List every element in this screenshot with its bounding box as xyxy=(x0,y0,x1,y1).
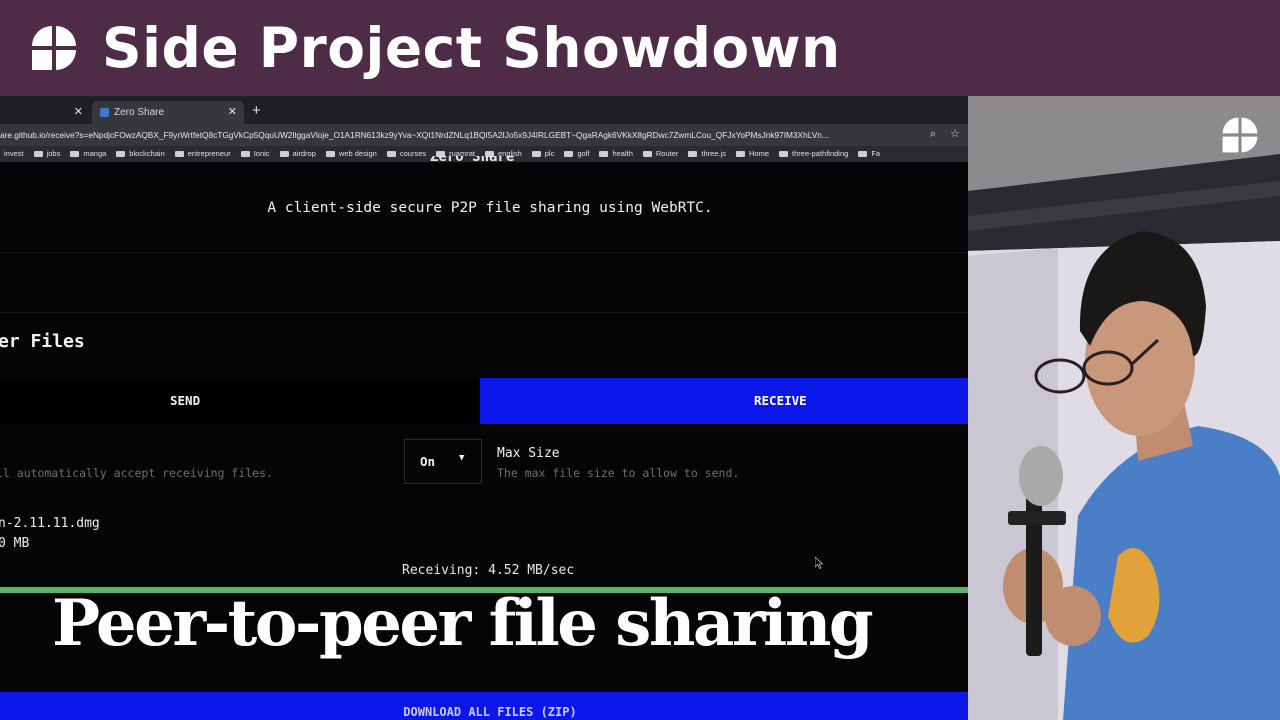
file-name: n-2.11.11.dmg xyxy=(0,516,100,531)
receiving-status: Receiving: 4.52 MB/sec xyxy=(402,563,575,578)
folder-icon xyxy=(33,151,43,157)
bookmark-label: invest xyxy=(4,149,24,158)
folder-icon xyxy=(858,151,868,157)
auto-accept-select[interactable]: On ▼ xyxy=(404,439,482,484)
folder-icon xyxy=(240,151,250,157)
bookmark-label: three.js xyxy=(701,149,726,158)
four-petal-logo-icon xyxy=(32,26,76,70)
folder-icon xyxy=(779,151,789,157)
bookmark-label: Home xyxy=(749,149,770,158)
bookmark-label: health xyxy=(612,149,633,158)
four-petal-logo-icon xyxy=(1222,117,1258,153)
bookmark-item[interactable]: Fa xyxy=(858,146,880,162)
divider xyxy=(0,312,968,313)
bookmark-item[interactable]: three-pathfinding xyxy=(779,146,848,162)
tab-send[interactable]: SEND xyxy=(0,378,478,424)
folder-icon xyxy=(116,151,126,157)
presenter-image xyxy=(968,96,1280,720)
bookmark-item[interactable]: Router xyxy=(642,146,679,162)
bookmark-label: blockchain xyxy=(129,149,165,158)
new-tab-icon[interactable]: + xyxy=(252,101,261,121)
bookmark-item[interactable]: blockchain xyxy=(116,146,165,162)
browser-tab-strip: ✕ Zero Share ✕ + xyxy=(0,96,968,124)
url-text[interactable]: are.github.io/receive?s=eNpdjcFOwzAQBX_F… xyxy=(0,124,920,146)
bookmark-item[interactable]: three.js xyxy=(688,146,726,162)
star-icon[interactable]: ☆ xyxy=(950,128,962,140)
bookmark-item[interactable]: Ionic xyxy=(240,146,270,162)
bookmark-label: three-pathfinding xyxy=(792,149,849,158)
banner-title: Side Project Showdown xyxy=(102,16,841,80)
folder-icon xyxy=(564,151,574,157)
tab-receive[interactable]: RECEIVE xyxy=(480,378,968,424)
page-subtitle: A client-side secure P2P file sharing us… xyxy=(267,200,713,216)
bookmark-label: golf xyxy=(577,149,590,158)
bookmark-item[interactable]: web design xyxy=(325,146,377,162)
presenter-webcam xyxy=(968,96,1280,720)
bookmark-label: web design xyxy=(338,149,377,158)
folder-icon xyxy=(688,151,698,157)
bookmark-label: jobs xyxy=(46,149,61,158)
favicon-icon xyxy=(100,108,109,117)
folder-icon xyxy=(325,151,335,157)
bookmark-item[interactable]: invest xyxy=(4,146,24,162)
bookmark-item[interactable]: jobs xyxy=(33,146,61,162)
tab-receive-label: RECEIVE xyxy=(754,393,807,408)
caret-down-icon: ▼ xyxy=(459,453,465,463)
bookmark-label: Fa xyxy=(871,149,881,158)
bookmark-label: plc xyxy=(544,149,555,158)
folder-icon xyxy=(386,151,396,157)
folder-icon xyxy=(279,151,289,157)
tab-label: Zero Share xyxy=(114,107,165,118)
folder-icon xyxy=(736,151,745,157)
max-size-description: The max file size to allow to send. xyxy=(497,466,740,480)
download-all-button[interactable]: DOWNLOAD ALL FILES (ZIP) xyxy=(0,692,968,720)
bookmark-item[interactable]: courses xyxy=(386,146,427,162)
folder-icon xyxy=(531,151,541,157)
bookmark-item[interactable]: Home xyxy=(736,146,769,162)
bookmark-label: entrepreneur xyxy=(187,149,231,158)
folder-icon xyxy=(599,151,609,157)
title-banner: Side Project Showdown xyxy=(0,0,1280,96)
bookmark-label: Ionic xyxy=(253,149,270,158)
close-tab-icon[interactable]: ✕ xyxy=(228,101,237,124)
bookmark-label: airdrop xyxy=(292,149,316,158)
folder-icon xyxy=(174,151,184,157)
download-all-label: DOWNLOAD ALL FILES (ZIP) xyxy=(403,705,577,719)
bookmark-label: manga xyxy=(83,149,107,158)
tab-send-label: SEND xyxy=(170,393,201,408)
bookmark-item[interactable]: health xyxy=(599,146,633,162)
max-size-label: Max Size xyxy=(497,446,560,461)
bookmark-item[interactable]: entrepreneur xyxy=(174,146,231,162)
file-size: 0 MB xyxy=(0,536,30,551)
bookmark-label: courses xyxy=(399,149,427,158)
browser-tab-zero-share[interactable]: Zero Share ✕ xyxy=(92,101,244,124)
divider xyxy=(0,252,968,253)
address-bar[interactable]: are.github.io/receive?s=eNpdjcFOwzAQBX_F… xyxy=(0,124,968,146)
bookmark-item[interactable]: airdrop xyxy=(279,146,316,162)
zoom-icon[interactable]: ⌕ xyxy=(930,128,942,140)
bookmark-item[interactable]: manga xyxy=(70,146,106,162)
auto-accept-description: ll automatically accept receiving files. xyxy=(0,466,273,480)
bookmark-item[interactable]: golf xyxy=(564,146,589,162)
mouse-cursor-icon xyxy=(815,557,823,569)
folder-icon xyxy=(70,151,80,157)
auto-accept-value: On xyxy=(420,454,436,469)
bookmark-item[interactable]: plc xyxy=(531,146,555,162)
bookmark-label: Router xyxy=(655,149,679,158)
page-heading: Zero Share xyxy=(430,156,515,164)
close-tab-icon[interactable]: ✕ xyxy=(74,101,83,124)
browser-tab[interactable]: ✕ xyxy=(0,101,90,124)
section-title: er Files xyxy=(0,331,85,352)
video-caption: Peer-to-peer file sharing xyxy=(52,586,874,661)
folder-icon xyxy=(642,151,652,157)
